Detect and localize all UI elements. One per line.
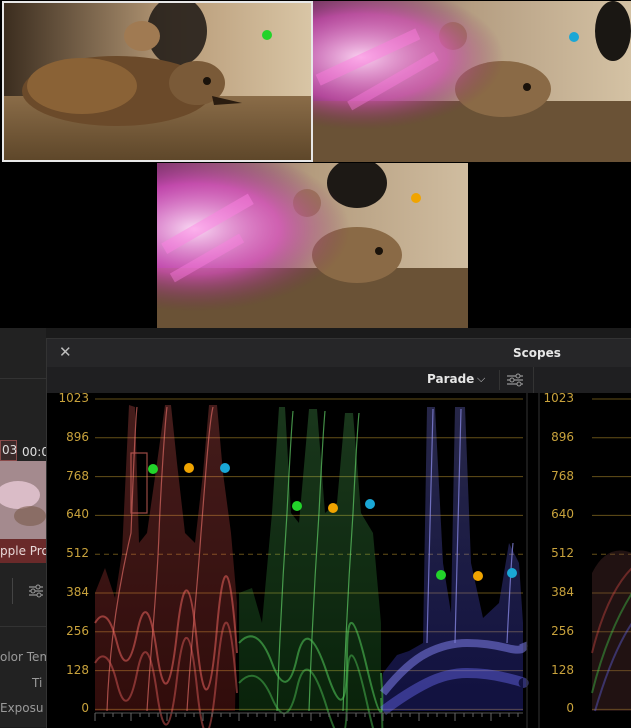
scopes-title: Scopes (513, 346, 561, 360)
marker-green-red-channel (148, 464, 158, 474)
axis-label-right: 768 (551, 468, 574, 483)
parade-blue-channel (379, 407, 529, 716)
marker-green-blue-channel (436, 570, 446, 580)
axis-label-right: 256 (551, 623, 574, 638)
axis-label-left: 256 (66, 623, 89, 638)
viewer-panel (0, 0, 631, 328)
sliders-icon[interactable] (28, 583, 44, 599)
clip-label-bar[interactable]: pple Pro (0, 539, 49, 563)
marker-orange-green-channel (328, 503, 338, 513)
scope-mode-select[interactable]: Parade (427, 372, 474, 386)
background-app-panel: 03 00:0 pple Pro olor Tem Ti Exposu (0, 328, 51, 727)
scope-bottom-ticks (94, 713, 519, 721)
marker-orange[interactable] (411, 193, 421, 203)
sliders-icon (507, 373, 523, 387)
param-color-temp-label: olor Tem (0, 650, 52, 664)
divider (12, 578, 13, 604)
axis-label-left: 640 (66, 507, 89, 522)
marker-cyan[interactable] (569, 32, 579, 42)
scopes-title-bar[interactable]: ✕ Scopes (47, 339, 631, 367)
marker-cyan-blue-channel (507, 568, 517, 578)
marker-cyan-red-channel (220, 463, 230, 473)
scopes-toolbar: Parade ⌵ (47, 367, 631, 394)
clip-thumbnail[interactable] (0, 461, 46, 539)
cat-photo-light-leak-b (157, 163, 468, 328)
axis-label-left: 0 (81, 701, 89, 716)
close-icon[interactable]: ✕ (59, 343, 72, 361)
axis-label-left: 128 (66, 662, 89, 677)
marker-green-green-channel (292, 501, 302, 511)
axis-label-right: 512 (551, 546, 574, 561)
parade-graph (94, 393, 631, 728)
parade-scope[interactable]: 1023 1023 896 896 768 768 640 640 512 512 384 384 25… (47, 391, 631, 728)
axis-label-right: 384 (551, 585, 574, 599)
marker-orange-blue-channel (473, 571, 483, 581)
scopes-window: ✕ Scopes Parade ⌵ 1023 1023 896 896 768 … (46, 338, 631, 728)
axis-label-left: 1023 (58, 391, 89, 405)
param-exposure-label: Exposu (0, 701, 44, 715)
cat-photo-light-leak-a (313, 1, 631, 162)
divider (0, 378, 46, 379)
divider (533, 367, 534, 393)
marker-orange-red-channel (184, 463, 194, 473)
axis-label-right: 1023 (543, 391, 574, 405)
axis-label-right: 128 (551, 662, 574, 677)
axis-label-left: 384 (66, 585, 89, 599)
divider (0, 626, 46, 627)
parade-combined-partial (591, 550, 631, 712)
parade-red-channel (94, 405, 238, 728)
scope-settings-button[interactable] (499, 370, 530, 390)
viewer-thumbnail-original[interactable] (2, 1, 313, 162)
viewer-thumbnail-reference-a[interactable] (313, 1, 631, 162)
timecode-a: 03 (2, 443, 18, 457)
axis-label-left: 768 (66, 468, 89, 483)
viewer-thumbnail-reference-b[interactable] (157, 163, 468, 328)
axis-label-left: 512 (66, 546, 89, 561)
axis-label-left: 896 (66, 429, 89, 444)
param-tint-label: Ti (32, 676, 43, 690)
cat-photo-original (2, 1, 313, 162)
marker-cyan-green-channel (365, 499, 375, 509)
axis-label-right: 640 (551, 507, 574, 522)
timecode-box[interactable]: 03 (0, 440, 17, 461)
chevron-down-icon[interactable]: ⌵ (477, 372, 485, 386)
clip-label: pple Pro (0, 544, 49, 558)
marker-green[interactable] (262, 30, 272, 40)
parade-green-channel (238, 407, 384, 728)
timecode-b: 00:0 (22, 445, 49, 459)
axis-label-right: 0 (566, 701, 574, 716)
axis-label-right: 896 (551, 429, 574, 444)
clip-thumbnail-image (0, 461, 46, 539)
